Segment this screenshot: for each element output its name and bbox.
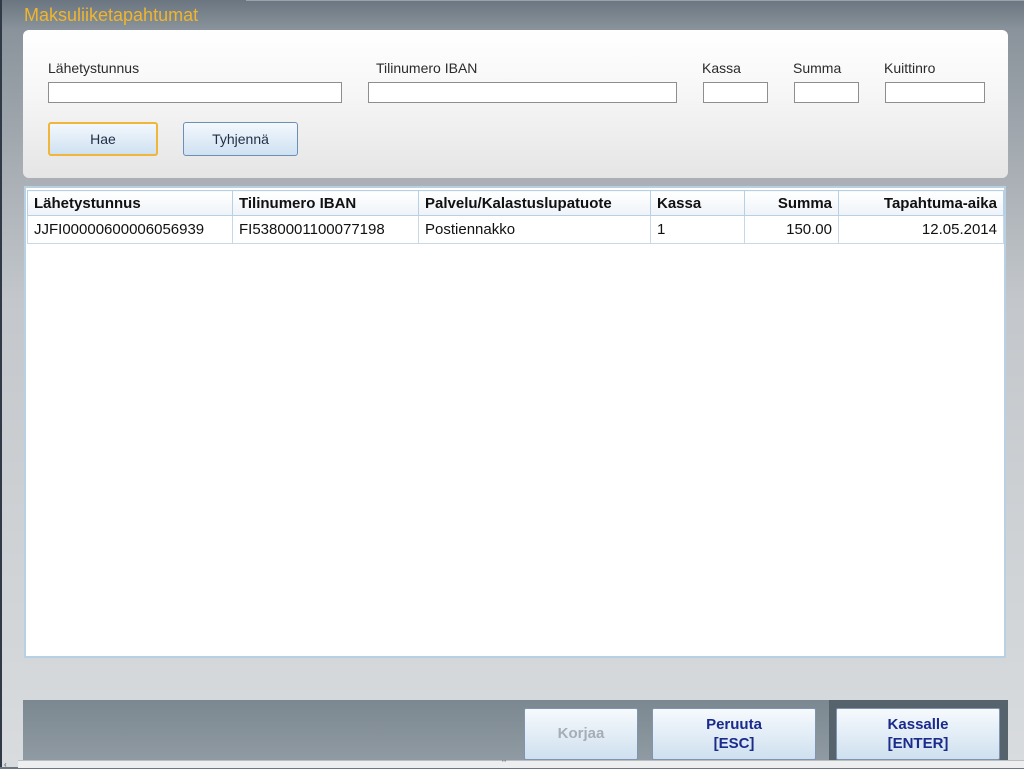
- kassalle-shortcut: [ENTER]: [887, 735, 949, 752]
- results-grid: Lähetystunnus Tilinumero IBAN Palvelu/Ka…: [24, 186, 1006, 658]
- peruuta-label: Peruuta: [706, 716, 762, 733]
- summa-input[interactable]: [794, 82, 859, 103]
- scrollbar-thumb-grip-icon[interactable]: ''': [502, 760, 506, 767]
- kuittinro-label: Kuittinro: [884, 60, 936, 76]
- cell-iban: FI5380001100077198: [232, 215, 419, 244]
- column-header-summa[interactable]: Summa: [744, 190, 839, 216]
- cell-palvelu: Postiennakko: [418, 215, 651, 244]
- tyhjenna-button[interactable]: Tyhjennä: [183, 122, 298, 156]
- hae-button[interactable]: Hae: [48, 122, 158, 156]
- kuittinro-input[interactable]: [885, 82, 985, 103]
- korjaa-button[interactable]: Korjaa: [524, 708, 638, 760]
- summa-label: Summa: [793, 60, 842, 76]
- iban-label: Tilinumero IBAN: [376, 60, 478, 76]
- column-header-tapahtuma-aika[interactable]: Tapahtuma-aika: [838, 190, 1004, 216]
- search-panel: Lähetystunnus Tilinumero IBAN Kassa Summ…: [23, 30, 1008, 178]
- table-row[interactable]: JJFI00000600006056939 FI5380001100077198…: [27, 215, 1004, 244]
- cell-lahetystunnus: JJFI00000600006056939: [27, 215, 233, 244]
- kassa-input[interactable]: [703, 82, 768, 103]
- peruuta-button[interactable]: Peruuta [ESC]: [652, 708, 816, 760]
- column-header-iban[interactable]: Tilinumero IBAN: [232, 190, 419, 216]
- column-header-lahetystunnus[interactable]: Lähetystunnus: [27, 190, 233, 216]
- column-header-kassa[interactable]: Kassa: [650, 190, 745, 216]
- lahetystunnus-label: Lähetystunnus: [48, 60, 140, 76]
- cell-tapahtuma-aika: 12.05.2014: [838, 215, 1004, 244]
- action-bar: Korjaa Peruuta [ESC] Kassalle [ENTER]: [23, 700, 1008, 760]
- kassalle-button[interactable]: Kassalle [ENTER]: [836, 708, 1000, 760]
- kassa-label: Kassa: [702, 60, 741, 76]
- window-left-edge: [0, 0, 2, 767]
- results-table: Lähetystunnus Tilinumero IBAN Palvelu/Ka…: [27, 190, 1004, 244]
- page-title: Maksuliiketapahtumat: [24, 5, 199, 25]
- kassalle-label: Kassalle: [887, 716, 949, 733]
- cell-kassa: 1: [650, 215, 745, 244]
- peruuta-shortcut: [ESC]: [713, 735, 755, 752]
- table-header-row: Lähetystunnus Tilinumero IBAN Palvelu/Ka…: [27, 190, 1004, 216]
- scroll-left-arrow-icon[interactable]: ‹: [4, 760, 7, 769]
- column-header-palvelu[interactable]: Palvelu/Kalastuslupatuote: [418, 190, 651, 216]
- title-divider: [246, 0, 1024, 1]
- lahetystunnus-input[interactable]: [48, 82, 342, 103]
- iban-input[interactable]: [368, 82, 677, 103]
- cell-summa: 150.00: [744, 215, 839, 244]
